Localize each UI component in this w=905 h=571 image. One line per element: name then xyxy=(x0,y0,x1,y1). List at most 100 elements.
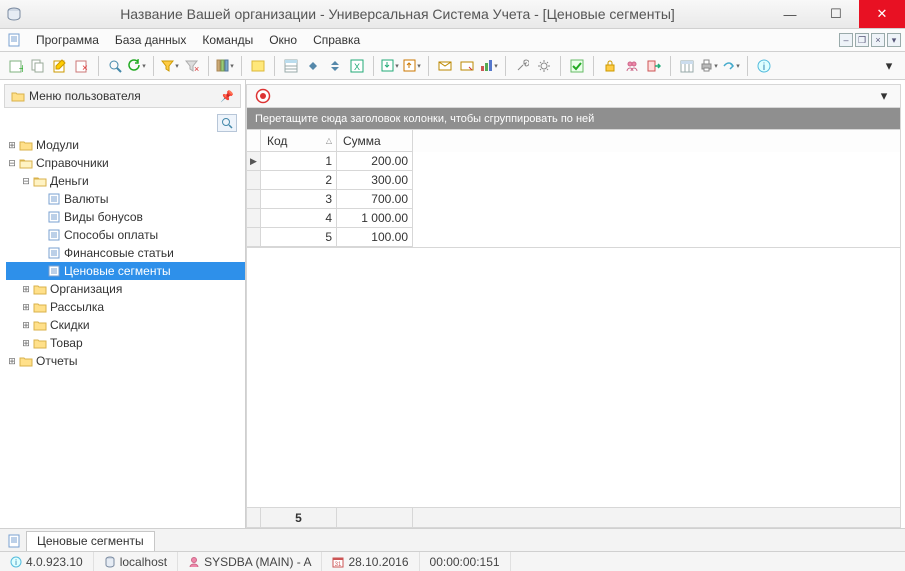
stop-icon[interactable] xyxy=(253,86,273,106)
maximize-button[interactable]: ☐ xyxy=(813,0,859,28)
cell-sum[interactable]: 100.00 xyxy=(337,228,413,247)
grid-toolbar-overflow-icon[interactable]: ▾ xyxy=(874,86,894,106)
menu-database[interactable]: База данных xyxy=(107,30,194,50)
calendar-icon: 31 xyxy=(332,556,344,568)
mail-edit-icon[interactable] xyxy=(457,56,477,76)
tree-price-segments[interactable]: Ценовые сегменты xyxy=(6,262,245,280)
edit-icon[interactable] xyxy=(50,56,70,76)
tree-label: Финансовые статьи xyxy=(64,246,174,260)
grid-select-icon[interactable] xyxy=(281,56,301,76)
share-icon[interactable] xyxy=(721,56,741,76)
import-icon[interactable] xyxy=(380,56,400,76)
info-icon[interactable]: i xyxy=(754,56,774,76)
tree-label: Товар xyxy=(50,336,83,350)
menu-program[interactable]: Программа xyxy=(28,30,107,50)
tools-icon[interactable] xyxy=(512,56,532,76)
columns-icon[interactable] xyxy=(215,56,235,76)
close-button[interactable]: ✕ xyxy=(859,0,905,28)
row-indicator xyxy=(247,171,261,190)
tree-directories[interactable]: ⊟ Справочники xyxy=(6,154,245,172)
menu-commands[interactable]: Команды xyxy=(194,30,261,50)
copy-icon[interactable] xyxy=(28,56,48,76)
filter-icon[interactable] xyxy=(160,56,180,76)
status-elapsed: 00:00:00:151 xyxy=(420,552,511,571)
lock-icon[interactable] xyxy=(600,56,620,76)
cell-sum[interactable]: 700.00 xyxy=(337,190,413,209)
note-icon[interactable] xyxy=(248,56,268,76)
pin-icon[interactable]: 📌 xyxy=(220,90,234,103)
tree-payment-methods[interactable]: Способы оплаты xyxy=(6,226,245,244)
users-icon[interactable] xyxy=(622,56,642,76)
menu-window[interactable]: Окно xyxy=(261,30,305,50)
grid-toolbar: ▾ xyxy=(246,84,901,108)
tree-label: Организация xyxy=(50,282,122,296)
delete-icon[interactable]: × xyxy=(72,56,92,76)
export-icon[interactable] xyxy=(402,56,422,76)
expand-all-icon[interactable] xyxy=(325,56,345,76)
menu-help[interactable]: Справка xyxy=(305,30,368,50)
search-icon[interactable] xyxy=(105,56,125,76)
exit-icon[interactable] xyxy=(644,56,664,76)
mdi-minimize-icon[interactable]: – xyxy=(839,33,853,47)
minimize-button[interactable]: — xyxy=(767,0,813,28)
print-icon[interactable] xyxy=(699,56,719,76)
tree-bonus-types[interactable]: Виды бонусов xyxy=(6,208,245,226)
table-row[interactable]: 2 300.00 xyxy=(247,171,900,190)
tree-mailing[interactable]: ⊞ Рассылка xyxy=(6,298,245,316)
cell-code[interactable]: 3 xyxy=(261,190,337,209)
tree-label: Валюты xyxy=(64,192,109,206)
window-title: Название Вашей организации - Универсальн… xyxy=(28,6,767,22)
check-icon[interactable] xyxy=(567,56,587,76)
tree-financial-items[interactable]: Финансовые статьи xyxy=(6,244,245,262)
tree-label: Рассылка xyxy=(50,300,104,314)
app-icon xyxy=(0,6,28,22)
chart-icon[interactable] xyxy=(479,56,499,76)
menubar: Программа База данных Команды Окно Справ… xyxy=(0,29,905,52)
tree-goods[interactable]: ⊞ Товар xyxy=(6,334,245,352)
table-row[interactable]: 3 700.00 xyxy=(247,190,900,209)
status-version: i 4.0.923.10 xyxy=(0,552,94,571)
mdi-restore-icon[interactable]: ❐ xyxy=(855,33,869,47)
column-code[interactable]: Код △ xyxy=(261,130,337,152)
cell-code[interactable]: 5 xyxy=(261,228,337,247)
collapse-all-icon[interactable] xyxy=(303,56,323,76)
refresh-icon[interactable] xyxy=(127,56,147,76)
user-icon xyxy=(188,556,200,568)
svg-text:X: X xyxy=(354,62,360,72)
tab-price-segments[interactable]: Ценовые сегменты xyxy=(26,531,155,551)
main-toolbar: ＋ × × X i ▾ xyxy=(0,52,905,80)
folder-icon xyxy=(11,90,25,102)
settings-icon[interactable] xyxy=(534,56,554,76)
left-panel: Меню пользователя 📌 ⊞ Модули ⊟ Справочни… xyxy=(0,80,246,528)
mail-icon[interactable] xyxy=(435,56,455,76)
tree-label: Справочники xyxy=(36,156,109,170)
cell-sum[interactable]: 1 000.00 xyxy=(337,209,413,228)
calendar-icon[interactable] xyxy=(677,56,697,76)
mdi-close-icon[interactable]: × xyxy=(871,33,885,47)
tree-modules[interactable]: ⊞ Модули xyxy=(6,136,245,154)
filter-clear-icon[interactable]: × xyxy=(182,56,202,76)
titlebar: Название Вашей организации - Универсальн… xyxy=(0,0,905,29)
table-row[interactable]: ▶ 1 200.00 xyxy=(247,152,900,171)
tree-money[interactable]: ⊟ Деньги xyxy=(6,172,245,190)
cell-sum[interactable]: 200.00 xyxy=(337,152,413,171)
grid-group-bar[interactable]: Перетащите сюда заголовок колонки, чтобы… xyxy=(246,108,901,130)
cell-code[interactable]: 2 xyxy=(261,171,337,190)
status-user-value: SYSDBA (MAIN) - A xyxy=(204,555,311,569)
table-row[interactable]: 5 100.00 xyxy=(247,228,900,247)
toolbar-overflow-icon[interactable]: ▾ xyxy=(879,56,899,76)
table-row[interactable]: 4 1 000.00 xyxy=(247,209,900,228)
cell-code[interactable]: 1 xyxy=(261,152,337,171)
cell-sum[interactable]: 300.00 xyxy=(337,171,413,190)
tree-reports[interactable]: ⊞ Отчеты xyxy=(6,352,245,370)
add-icon[interactable]: ＋ xyxy=(6,56,26,76)
column-sum[interactable]: Сумма xyxy=(337,130,413,152)
tree-currencies[interactable]: Валюты xyxy=(6,190,245,208)
tree-label: Модули xyxy=(36,138,79,152)
cell-code[interactable]: 4 xyxy=(261,209,337,228)
tree-search-icon[interactable] xyxy=(217,114,237,132)
export-excel-icon[interactable]: X xyxy=(347,56,367,76)
tree-discounts[interactable]: ⊞ Скидки xyxy=(6,316,245,334)
mdi-menu-icon[interactable]: ▾ xyxy=(887,33,901,47)
tree-organization[interactable]: ⊞ Организация xyxy=(6,280,245,298)
